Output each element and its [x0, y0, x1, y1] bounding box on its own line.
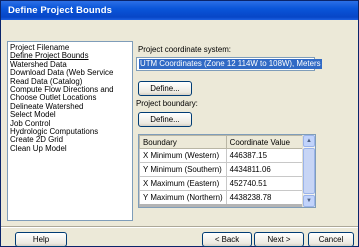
cancel-button[interactable]: Cancel	[308, 232, 354, 247]
coordinate-value-cell[interactable]: 452740.51	[225, 176, 304, 191]
define-boundary-button[interactable]: Define...	[138, 112, 192, 127]
step-item-selected[interactable]: Define Project Bounds	[10, 52, 130, 60]
table-row[interactable]: X Minimum (Western) 446387.15	[139, 148, 304, 163]
boundary-name-cell: Y Minimum (Southern)	[139, 162, 227, 177]
define-coordinate-system-button[interactable]: Define...	[138, 81, 192, 96]
step-item[interactable]: Create 2D Grid	[10, 136, 130, 144]
define-project-bounds-dialog: Define Project Bounds Project Filename D…	[0, 0, 359, 247]
next-button[interactable]: Next >	[254, 232, 304, 247]
step-item[interactable]: Watershed Data	[10, 61, 130, 69]
wizard-steps-list[interactable]: Project Filename Define Project Bounds W…	[7, 41, 133, 221]
table-empty-area	[139, 204, 303, 207]
step-item[interactable]: Choose Outlet Locations	[10, 94, 130, 102]
help-button[interactable]: Help	[15, 232, 67, 247]
back-button[interactable]: < Back	[202, 232, 252, 247]
boundary-name-cell: X Maximum (Eastern)	[139, 176, 227, 191]
step-item[interactable]: Download Data (Web Service	[10, 69, 130, 77]
table-row[interactable]: Y Minimum (Southern) 4434811.06	[139, 162, 304, 177]
step-item[interactable]: Select Model	[10, 111, 130, 119]
coordinate-system-label: Project coordinate system:	[138, 45, 231, 54]
window-title: Define Project Bounds	[8, 5, 112, 16]
step-item[interactable]: Compute Flow Directions and	[10, 86, 130, 94]
project-boundary-label: Project boundary:	[136, 99, 198, 108]
coordinate-value-cell[interactable]: 446387.15	[225, 148, 304, 163]
title-bar[interactable]: Define Project Bounds	[1, 1, 358, 20]
scroll-down-arrow-icon[interactable]: ▼	[303, 195, 315, 207]
column-header-coordinate-value[interactable]: Coordinate Value	[225, 135, 304, 149]
coordinate-system-value: UTM Coordinates (Zone 12 114W to 108W), …	[139, 59, 322, 69]
boundary-table[interactable]: Boundary Coordinate Value X Minimum (Wes…	[138, 134, 316, 208]
scroll-up-arrow-icon[interactable]: ▲	[303, 135, 315, 147]
table-header-row: Boundary Coordinate Value	[139, 135, 304, 149]
column-header-boundary[interactable]: Boundary	[139, 135, 227, 149]
step-item[interactable]: Job Control	[10, 120, 130, 128]
coordinate-value-cell[interactable]: 4438238.78	[225, 190, 304, 205]
coordinate-system-field[interactable]: UTM Coordinates (Zone 12 114W to 108W), …	[136, 57, 322, 71]
table-vertical-scrollbar[interactable]: ▲ ▼	[302, 135, 315, 207]
table-row[interactable]: Y Maximum (Northern) 4438238.78	[139, 190, 304, 205]
boundary-name-cell: Y Maximum (Northern)	[139, 190, 227, 205]
step-item[interactable]: Hydrologic Computations	[10, 128, 130, 136]
table-row[interactable]: X Maximum (Eastern) 452740.51	[139, 176, 304, 191]
step-item[interactable]: Delineate Watershed	[10, 103, 130, 111]
boundary-name-cell: X Minimum (Western)	[139, 148, 227, 163]
footer-divider	[1, 226, 358, 228]
coordinate-value-cell[interactable]: 4434811.06	[225, 162, 304, 177]
step-item[interactable]: Project Filename	[10, 44, 130, 52]
step-item[interactable]: Clean Up Model	[10, 145, 130, 153]
scrollbar-thumb[interactable]	[303, 148, 315, 194]
step-item[interactable]: Read Data (Catalog)	[10, 78, 130, 86]
